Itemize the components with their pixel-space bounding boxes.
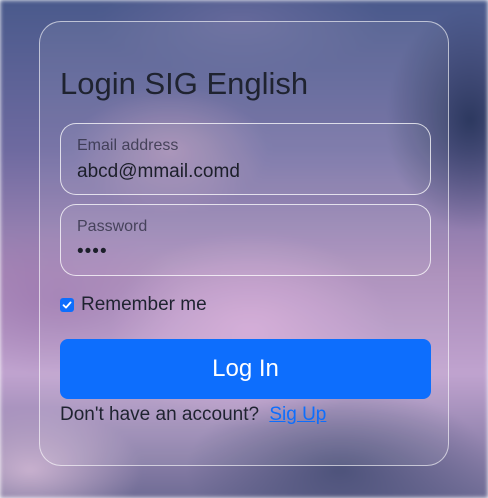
remember-me-checkbox[interactable] xyxy=(60,298,74,312)
email-label: Email address xyxy=(77,137,179,154)
email-input-value[interactable]: abcd@mmail.comd xyxy=(77,161,240,183)
login-button[interactable]: Log In xyxy=(60,339,431,399)
password-input-value[interactable]: •••• xyxy=(77,241,108,263)
checkmark-icon xyxy=(62,301,72,309)
remember-me-label[interactable]: Remember me xyxy=(81,294,207,316)
signup-prompt-text: Don't have an account? xyxy=(60,404,260,425)
signup-prompt-row: Don't have an account? Sig Up xyxy=(60,404,326,426)
signup-link[interactable]: Sig Up xyxy=(269,404,326,425)
remember-me-row[interactable]: Remember me xyxy=(60,294,207,316)
email-field[interactable]: Email address abcd@mmail.comd xyxy=(60,123,431,195)
login-card: Login SIG English Email address abcd@mma… xyxy=(39,21,449,466)
password-label: Password xyxy=(77,218,148,235)
password-field[interactable]: Password •••• xyxy=(60,204,431,276)
page-title: Login SIG English xyxy=(60,66,309,101)
